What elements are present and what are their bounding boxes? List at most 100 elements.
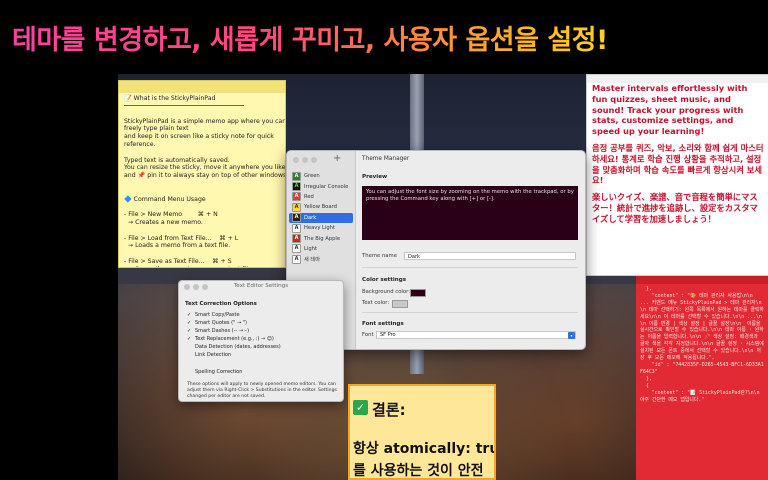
option-label: Text Replacement (e.g., :) → 😊) (195, 336, 274, 343)
sticky-line: - File > Save as Text File... ⌘ + S (124, 257, 232, 265)
minimize-button[interactable] (302, 157, 308, 163)
checkmark-icon: ✓ (353, 400, 368, 415)
sticky-line: 📝 What is the StickyPlainPad (124, 95, 216, 102)
theme-list: A Green A Irregular Console A Red A Yellow Boar… (289, 171, 353, 265)
chevron-updown-icon: ▾ (568, 332, 575, 339)
sticky-line (124, 203, 280, 211)
theme-editor: Theme Manager Preview You can adjust the… (356, 151, 585, 349)
option-checkbox[interactable]: Data Detection (dates, addresses) (187, 343, 281, 351)
sticky-line (124, 180, 280, 188)
sticky-note-white[interactable]: Master intervals effortlessly with fun q… (586, 74, 768, 276)
options-header: Text Correction Options (185, 301, 257, 307)
theme-list-item[interactable]: A Dark (289, 212, 353, 223)
sticky-line: and 📌 pin it to always stay on top of ot… (124, 172, 286, 180)
color-settings-label: Color settings (362, 277, 407, 283)
options-note: These options will apply to newly opened… (187, 382, 337, 399)
sticky-note-text[interactable]: 항상 atomically: true 를 사용하는 것이 안전 (353, 438, 496, 479)
sticky-line: - File > Load from Text File... ⌘ + L (124, 234, 239, 242)
theme-badge-icon: A (292, 223, 301, 233)
sticky-titlebar[interactable] (119, 81, 285, 93)
option-checkbox[interactable]: ✓ Smart Copy/Paste (187, 311, 281, 319)
option-label: Smart Copy/Paste (195, 312, 240, 318)
sticky-line (124, 250, 280, 258)
theme-list-item[interactable]: A Light (289, 244, 353, 254)
theme-label: Red (304, 193, 314, 200)
text-color-label: Text color: (362, 300, 390, 306)
options-list: ✓ Smart Copy/Paste ✓ Smart Quotes (" → ") ✓ S… (187, 311, 281, 376)
divider (362, 312, 578, 313)
add-theme-button[interactable]: + (333, 153, 341, 164)
theme-badge-icon: A (292, 254, 301, 264)
sticky-titlebar[interactable] (636, 276, 768, 284)
theme-name-field[interactable]: Dark (404, 252, 576, 260)
sticky-text-ja: 楽しいクイズ、楽譜、音で音程を簡単にマスター！統計で進捗を追跡し、設定をカスタマ… (592, 192, 758, 224)
background-color-label: Background color: (362, 289, 411, 295)
sticky-line: freely type plain text (124, 125, 189, 133)
zoom-button[interactable] (311, 157, 317, 163)
theme-label: Irregular Console (304, 183, 349, 190)
font-picker-value: SF Pro (380, 332, 396, 338)
conclusion-heading: 결론: (372, 401, 406, 419)
theme-label: Heavy Light (304, 225, 336, 232)
window-title: Theme Manager (362, 156, 410, 162)
font-label: Font (362, 332, 374, 338)
theme-list-item[interactable]: A Green (289, 171, 353, 181)
close-button[interactable] (293, 157, 299, 163)
preview-label: Preview (362, 174, 388, 180)
sticky-json-text[interactable]: }, "content" : "🎨 테마 관리자 사용법\n\n ... 커맨드… (636, 284, 768, 405)
sticky-note-text[interactable]: 📝 What is the StickyPlainPad StickyPlain… (119, 93, 286, 267)
font-settings-label: Font settings (362, 321, 404, 327)
theme-list-item[interactable]: A Red (289, 192, 353, 202)
theme-preview: You can adjust the font size by zooming … (362, 186, 578, 240)
checkmark-icon[interactable]: ✓ (187, 311, 192, 319)
option-checkbox[interactable]: ✓ Text Replacement (e.g., :) → 😊) (187, 335, 281, 343)
option-label: Smart Dashes (-- → –) (195, 328, 250, 335)
text-editor-settings-window[interactable]: Text Editor Settings Text Correction Opt… (178, 280, 344, 402)
sticky-text-en: Master intervals effortlessly with fun q… (592, 83, 748, 137)
theme-list-item[interactable]: A새 테마 (289, 254, 353, 264)
theme-badge-icon: A (292, 182, 301, 192)
theme-list-item[interactable]: A Irregular Console (289, 181, 353, 192)
window-titlebar[interactable]: Text Editor Settings (179, 281, 343, 293)
sticky-line (124, 110, 280, 118)
sticky-note-yellow[interactable]: 📝 What is the StickyPlainPad StickyPlain… (118, 80, 286, 268)
checkmark-icon[interactable]: ✓ (187, 327, 192, 335)
sticky-titlebar[interactable] (587, 75, 768, 83)
theme-name-label: Theme name (362, 253, 397, 259)
sticky-line (124, 149, 280, 157)
theme-label: The Big Apple (304, 235, 341, 242)
theme-list-item[interactable]: A Yellow Board (289, 202, 353, 212)
theme-badge-icon: A (292, 171, 301, 181)
checkmark-icon[interactable]: ✓ (187, 335, 192, 343)
background-color-well[interactable] (410, 289, 426, 297)
text-color-well[interactable] (392, 300, 408, 308)
theme-label: 새 테마 (304, 256, 320, 263)
sticky-line: → Saves the current memo as a text file. (124, 266, 280, 267)
option-checkbox[interactable] (187, 360, 281, 368)
theme-label: Yellow Board (304, 204, 337, 211)
font-picker[interactable]: SF Pro ▾ (376, 331, 576, 339)
sticky-note-orange[interactable]: ✓ 결론: 항상 atomically: true 를 사용하는 것이 안전 (348, 384, 496, 480)
option-checkbox[interactable]: Spelling Correction (187, 368, 281, 376)
sticky-line: You can resize the sticky, move it anywh… (124, 164, 286, 172)
option-checkbox[interactable]: ✓ Smart Quotes (" → ") (187, 319, 281, 327)
sticky-line: Typed text is automatically saved. (124, 156, 230, 164)
theme-label: Light (304, 245, 317, 252)
divider (124, 104, 244, 106)
option-label: Smart Quotes (" → ") (195, 320, 247, 327)
conclusion-line-1: 항상 atomically: true (353, 441, 496, 457)
option-label: Data Detection (dates, addresses) (195, 344, 281, 351)
theme-label: Green (304, 173, 320, 180)
promo-headline: 테마를 변경하고, 새롭게 꾸미고, 사용자 옵션을 설정! (12, 18, 608, 57)
theme-badge-icon: A (292, 202, 301, 212)
sticky-line: 🔷 Command Menu Usage (124, 195, 206, 203)
option-checkbox[interactable]: ✓ Smart Dashes (-- → –) (187, 327, 281, 335)
theme-badge-icon: A (292, 234, 301, 244)
conclusion-line-2: 를 사용하는 것이 안전 (353, 463, 484, 479)
theme-list-item[interactable]: A The Big Apple (289, 233, 353, 244)
theme-list-item[interactable]: A Heavy Light (289, 223, 353, 233)
option-checkbox[interactable]: Link Detection (187, 351, 281, 359)
sticky-line: StickyPlainPad is a simple memo app wher… (124, 117, 286, 125)
sticky-note-red[interactable]: }, "content" : "🎨 테마 관리자 사용법\n\n ... 커맨드… (636, 276, 768, 480)
checkmark-icon[interactable]: ✓ (187, 319, 192, 327)
